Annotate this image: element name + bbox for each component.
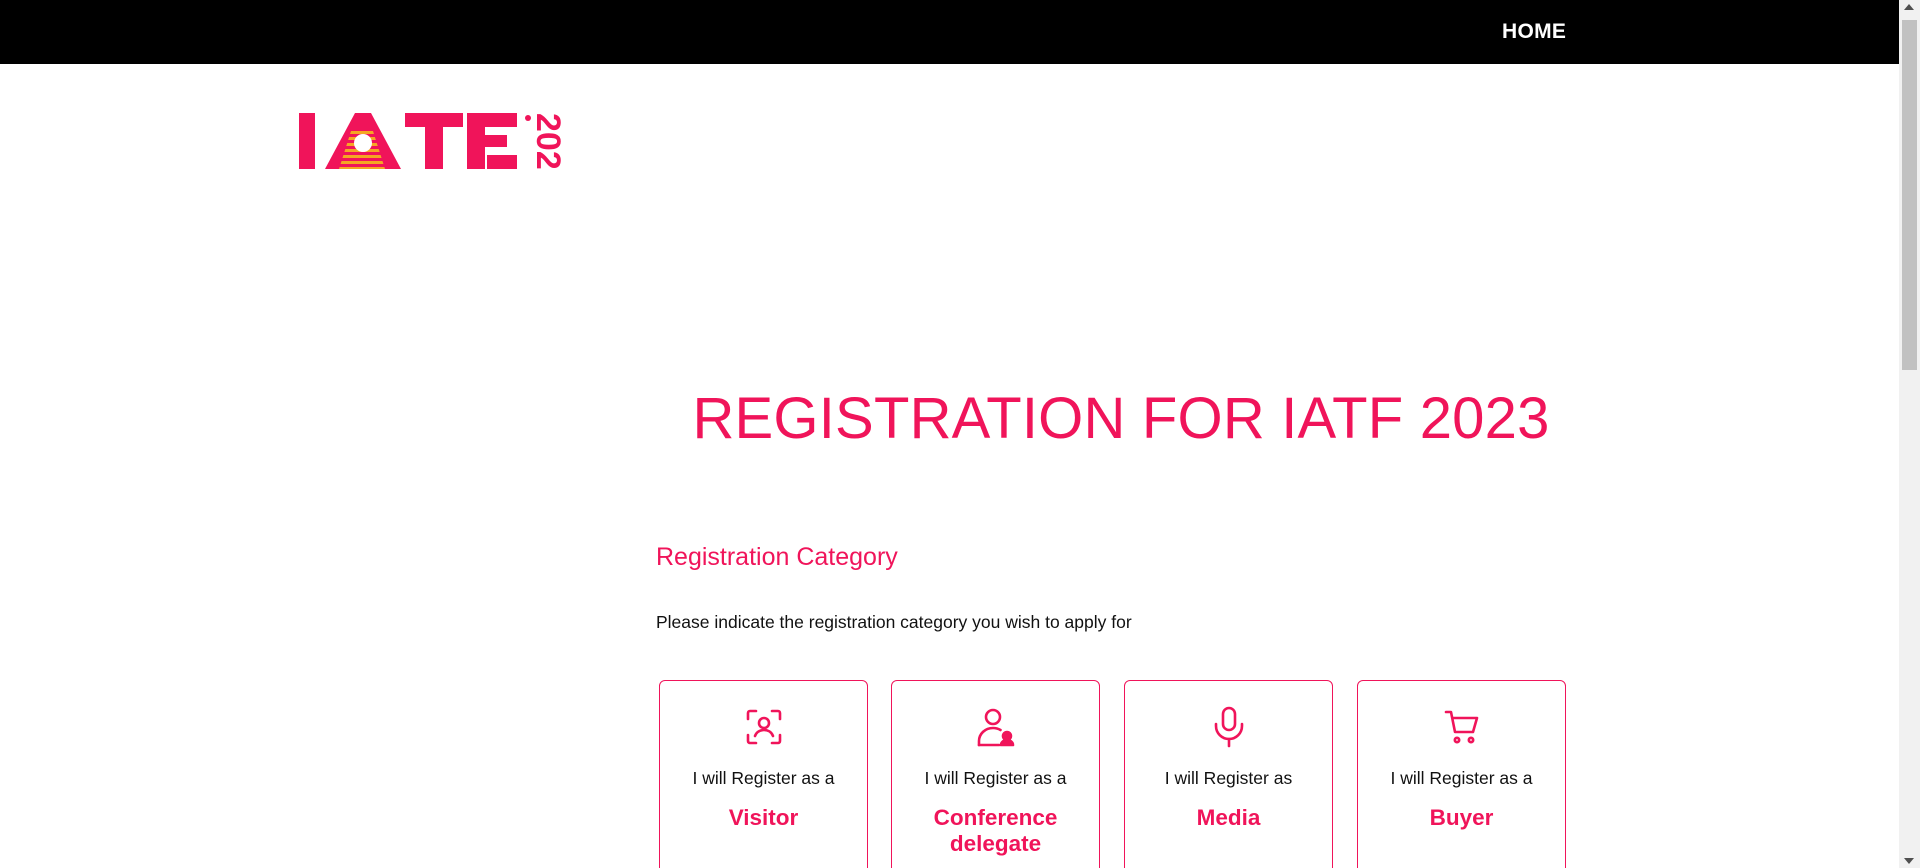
nav-home-link[interactable]: HOME bbox=[1502, 20, 1566, 44]
scrollbar-thumb[interactable] bbox=[1902, 20, 1917, 370]
card-category-label: Visitor bbox=[728, 805, 799, 830]
microphone-icon bbox=[1125, 705, 1332, 749]
vertical-scrollbar[interactable] bbox=[1899, 0, 1920, 868]
scroll-down-arrow-icon[interactable] bbox=[1904, 858, 1914, 864]
card-category-label: Media bbox=[1196, 805, 1261, 830]
category-card-visitor[interactable]: I will Register as a Visitor bbox=[659, 680, 868, 868]
card-lead-text: I will Register as a bbox=[692, 768, 835, 788]
category-card-conference-delegate[interactable]: I will Register as a Conference delegate bbox=[891, 680, 1100, 868]
visitor-icon bbox=[660, 705, 867, 749]
scroll-up-arrow-icon[interactable] bbox=[1904, 4, 1914, 10]
page-title: REGISTRATION FOR IATF 2023 bbox=[692, 386, 1550, 451]
category-card-media[interactable]: I will Register as Media bbox=[1124, 680, 1333, 868]
top-navigation-bar: HOME bbox=[0, 0, 1899, 64]
section-description: Please indicate the registration categor… bbox=[656, 612, 1132, 632]
category-card-buyer[interactable]: I will Register as a Buyer bbox=[1357, 680, 1566, 868]
card-category-label: Conference delegate bbox=[933, 805, 1058, 856]
card-category-label: Buyer bbox=[1429, 805, 1494, 830]
card-lead-text: I will Register as a bbox=[1390, 768, 1533, 788]
card-lead-text: I will Register as a bbox=[924, 768, 1067, 788]
shopping-cart-icon bbox=[1358, 705, 1565, 749]
iatf-logo[interactable]: 2023 bbox=[299, 113, 569, 169]
card-lead-text: I will Register as bbox=[1164, 768, 1293, 788]
section-title: Registration Category bbox=[656, 543, 898, 571]
svg-text:2023: 2023 bbox=[529, 113, 567, 169]
conference-delegate-icon bbox=[892, 705, 1099, 749]
